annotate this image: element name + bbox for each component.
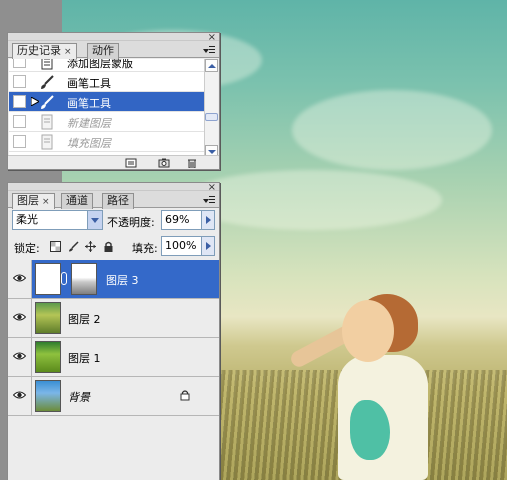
trash-icon[interactable] <box>186 158 198 168</box>
lock-all-icon[interactable] <box>103 241 114 252</box>
tab-layers[interactable]: 图层 × <box>12 193 55 209</box>
history-item[interactable]: 新建图层 <box>9 112 205 132</box>
layer-thumbnail[interactable] <box>35 263 61 295</box>
visibility-toggle[interactable] <box>8 338 32 376</box>
panel-menu-icon[interactable] <box>203 195 215 205</box>
fill-label: 填充: <box>132 242 158 255</box>
new-document-from-state-icon[interactable] <box>125 158 137 168</box>
tab-actions[interactable]: 动作 <box>87 43 119 59</box>
layer-row[interactable]: 图层 2 <box>8 299 219 338</box>
panel-menu-icon[interactable] <box>203 45 215 55</box>
layer-thumbnail[interactable] <box>35 380 61 412</box>
history-item[interactable]: 填充图层 <box>9 132 205 152</box>
opacity-field[interactable]: 69% <box>161 210 215 230</box>
eye-icon[interactable] <box>13 351 26 361</box>
layer-thumbnail[interactable] <box>35 341 61 373</box>
tab-history[interactable]: 历史记录 × <box>12 43 77 59</box>
lock-label: 锁定: <box>14 242 40 255</box>
close-icon[interactable]: × <box>42 197 50 207</box>
eye-icon[interactable] <box>13 273 26 283</box>
lock-transparent-icon[interactable] <box>50 241 61 252</box>
blend-mode-select[interactable]: 柔光 <box>12 210 103 230</box>
history-tab-bar: 历史记录 × 动作 <box>8 41 219 59</box>
fill-field[interactable]: 100% <box>161 236 215 256</box>
scroll-thumb[interactable] <box>205 113 218 121</box>
opacity-slider-icon[interactable] <box>201 211 214 229</box>
history-scrollbar[interactable] <box>204 59 218 158</box>
visibility-toggle[interactable] <box>8 299 32 337</box>
lock-pixels-icon[interactable] <box>68 241 79 252</box>
scroll-up-icon[interactable] <box>205 59 218 72</box>
history-item[interactable]: 画笔工具 <box>9 72 205 92</box>
snapshot-checkbox[interactable] <box>13 115 26 128</box>
tab-channels[interactable]: 通道 <box>61 193 93 209</box>
camera-icon[interactable] <box>158 158 170 168</box>
link-icon[interactable] <box>61 272 67 285</box>
layer-row[interactable]: 背景 <box>8 377 219 416</box>
document-icon <box>41 59 53 70</box>
history-item[interactable]: 添加图层蒙版 <box>9 59 205 72</box>
layer-mask-thumbnail[interactable] <box>71 263 97 295</box>
document-icon <box>41 134 53 150</box>
tab-paths[interactable]: 路径 <box>102 193 134 209</box>
snapshot-checkbox[interactable] <box>13 59 26 68</box>
lock-icon <box>180 390 190 401</box>
history-item-label: 填充图层 <box>67 137 111 150</box>
brush-icon <box>41 75 54 89</box>
snapshot-checkbox[interactable] <box>13 135 26 148</box>
history-state-marker-icon[interactable] <box>31 97 39 106</box>
history-item-selected[interactable]: 画笔工具 <box>9 92 205 112</box>
chevron-down-icon[interactable] <box>87 211 102 229</box>
layer-name[interactable]: 图层 2 <box>68 311 101 327</box>
blend-row: 柔光 不透明度: 69% <box>8 209 219 233</box>
brush-icon <box>41 95 54 109</box>
history-item-label: 画笔工具 <box>67 97 111 110</box>
visibility-toggle[interactable] <box>8 260 32 298</box>
eye-icon[interactable] <box>13 312 26 322</box>
snapshot-checkbox[interactable] <box>13 95 26 108</box>
layer-row[interactable]: 图层 1 <box>8 338 219 377</box>
layers-panel: × 图层 × 通道 路径 柔光 不透明度: 69% 锁定: 填充: 100% 图… <box>7 182 220 480</box>
history-item-label: 新建图层 <box>67 117 111 130</box>
document-icon <box>41 114 53 130</box>
history-item-label: 添加图层蒙版 <box>67 59 133 70</box>
history-item-label: 画笔工具 <box>67 77 111 90</box>
layers-tab-bar: 图层 × 通道 路径 <box>8 191 219 209</box>
panel-grip[interactable]: × <box>8 33 219 43</box>
fill-slider-icon[interactable] <box>201 237 214 255</box>
lock-row: 锁定: 填充: 100% <box>8 235 219 259</box>
lock-position-icon[interactable] <box>85 241 96 252</box>
close-icon[interactable]: × <box>64 47 72 57</box>
visibility-toggle[interactable] <box>8 377 32 415</box>
layer-name[interactable]: 图层 3 <box>106 272 139 288</box>
panel-grip[interactable]: × <box>8 183 219 193</box>
history-footer <box>8 155 219 169</box>
layer-thumbnail[interactable] <box>35 302 61 334</box>
layer-list: 图层 3 图层 2 图层 1 背景 <box>8 260 219 480</box>
history-list: 添加图层蒙版 画笔工具 画笔工具 新建图层 填充图层 <box>9 59 205 158</box>
eye-icon[interactable] <box>13 390 26 400</box>
layer-name[interactable]: 图层 1 <box>68 350 101 366</box>
layer-name[interactable]: 背景 <box>68 389 90 405</box>
opacity-label: 不透明度: <box>107 216 155 229</box>
snapshot-checkbox[interactable] <box>13 75 26 88</box>
history-panel: × 历史记录 × 动作 添加图层蒙版 画笔工具 画笔工具 新建图层 填充图层 <box>7 32 220 170</box>
layer-row[interactable]: 图层 3 <box>8 260 219 299</box>
